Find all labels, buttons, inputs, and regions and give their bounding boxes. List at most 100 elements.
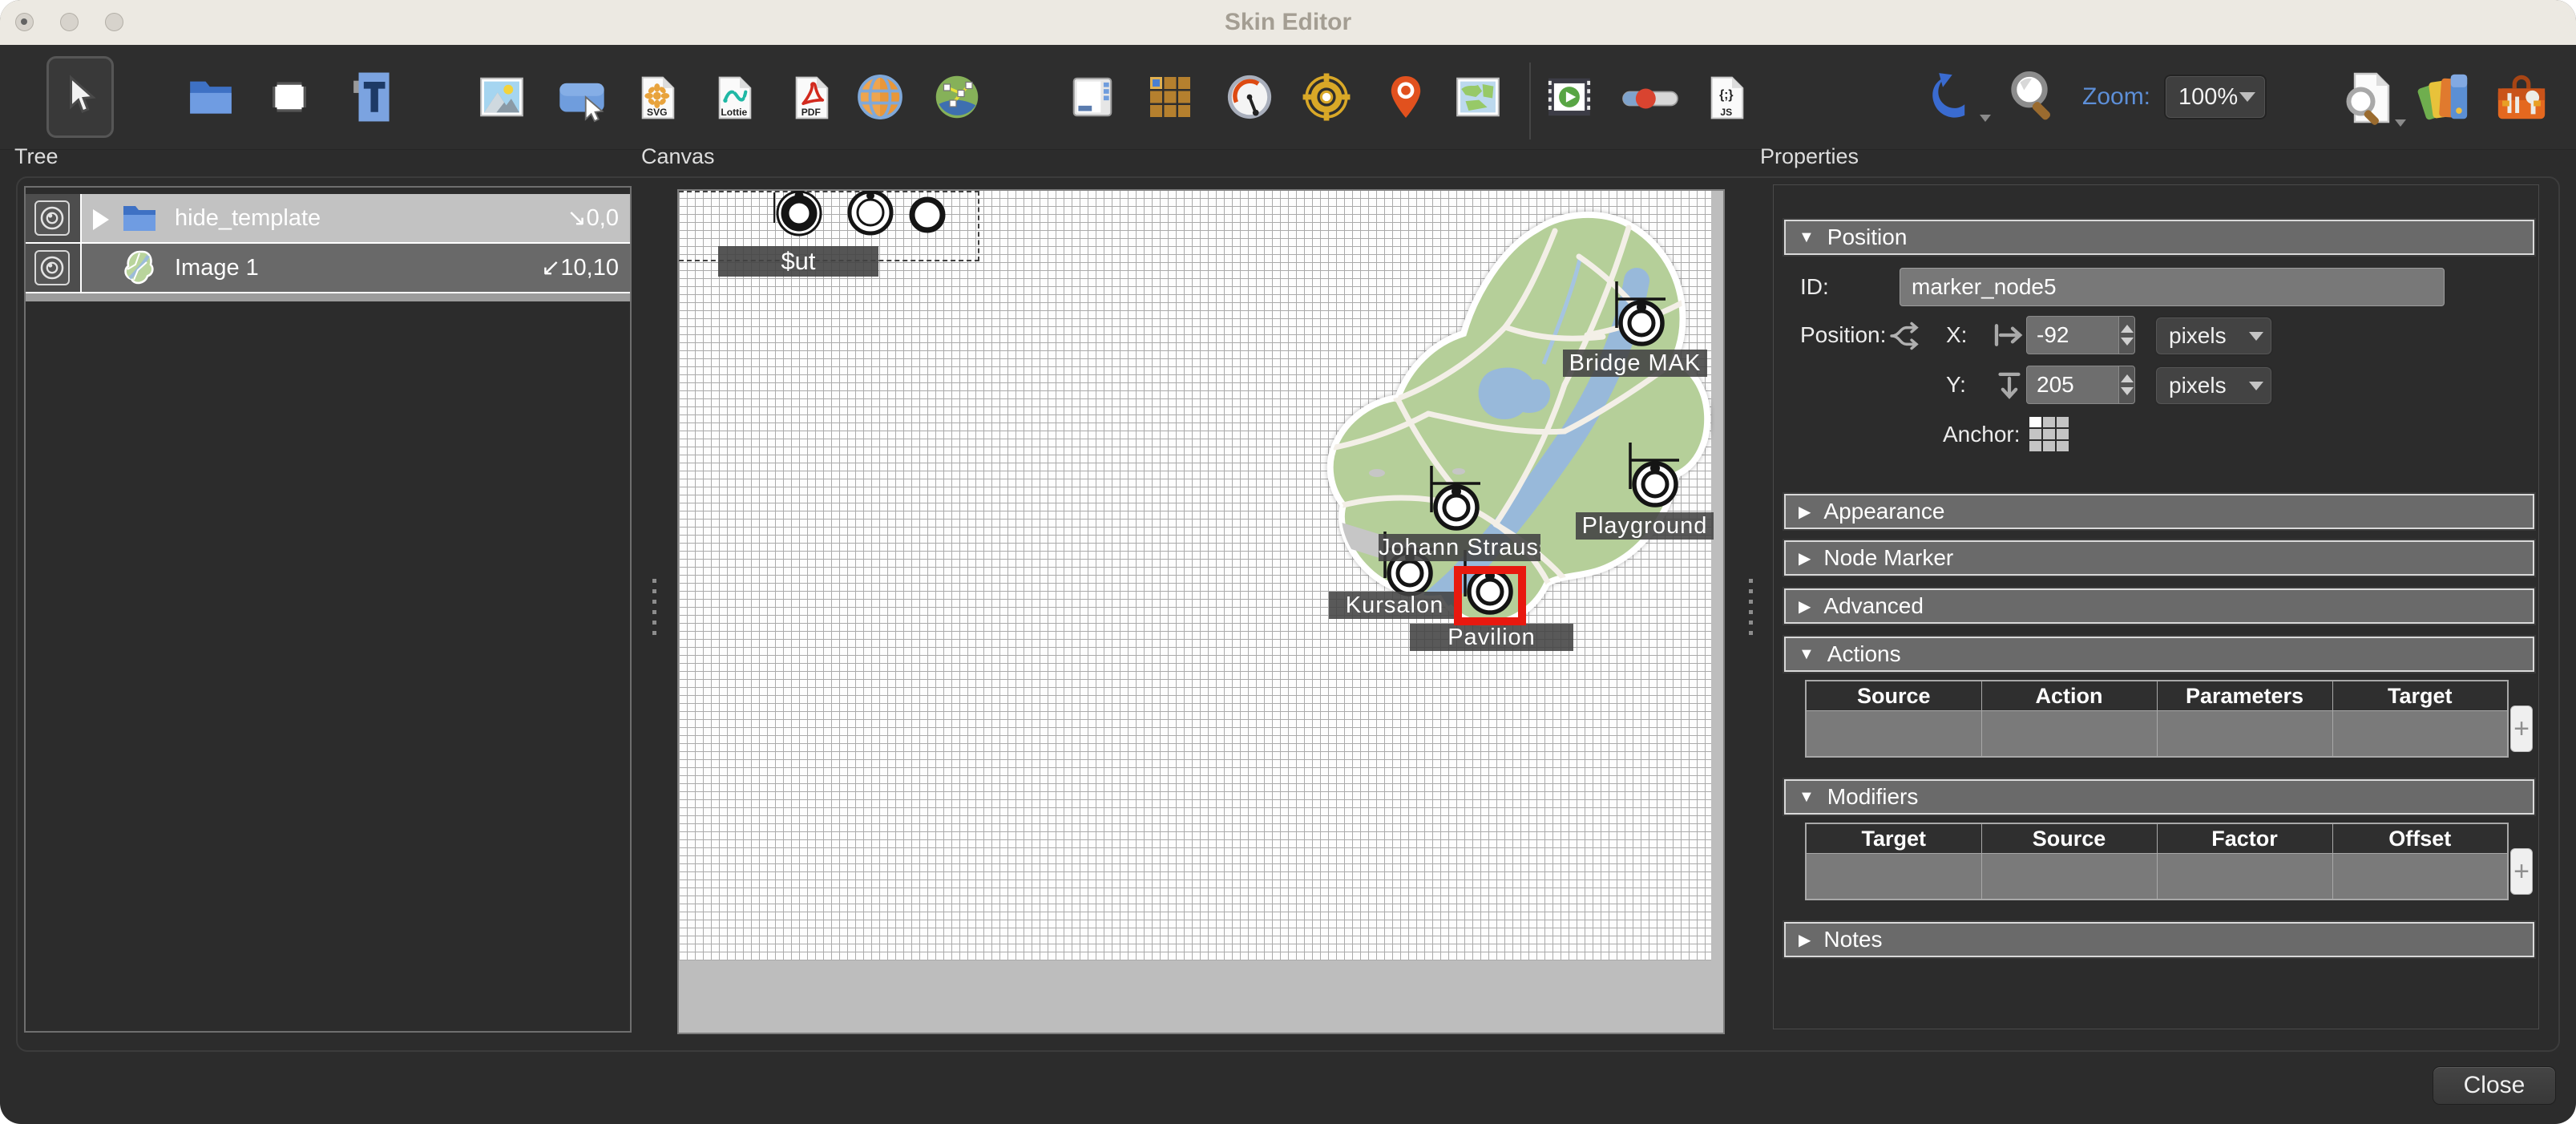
add-panorama-icon[interactable] xyxy=(856,71,904,123)
tree-item-coords: ↙10,10 xyxy=(541,244,619,292)
anchor-cell[interactable] xyxy=(2043,441,2055,451)
add-image-icon[interactable] xyxy=(476,72,527,122)
modifiers-table-empty-row[interactable] xyxy=(1806,854,2508,900)
add-text-icon[interactable] xyxy=(349,71,394,123)
anchor-cell-top-left[interactable] xyxy=(2029,417,2041,427)
column-header[interactable]: Source xyxy=(1806,681,1981,711)
y-unit-select[interactable]: pixels xyxy=(2154,366,2273,406)
tree-row-image-1[interactable]: Image 1 ↙10,10 xyxy=(26,244,630,293)
marker-label-bridge-mak[interactable]: Bridge MAK xyxy=(1563,350,1707,377)
anchor-selector[interactable] xyxy=(2029,417,2069,451)
add-slider-icon[interactable] xyxy=(1621,85,1680,112)
anchor-cell[interactable] xyxy=(2057,441,2069,451)
add-window-icon[interactable] xyxy=(1068,72,1117,122)
anchor-cell[interactable] xyxy=(2043,417,2055,427)
section-header-notes[interactable]: ▶ Notes xyxy=(1784,922,2534,957)
template-text-label[interactable]: $ut xyxy=(718,246,878,277)
section-collapsed-icon: ▶ xyxy=(1799,502,1811,522)
properties-panel-title: Properties xyxy=(1760,144,1859,169)
template-ring-marker-plain[interactable] xyxy=(902,189,953,241)
template-ring-marker-bold[interactable] xyxy=(773,189,825,239)
marker-label-johann-strauss[interactable]: Johann Strauss xyxy=(1379,534,1540,561)
section-header-modifiers[interactable]: ▼ Modifiers xyxy=(1784,779,2534,815)
select-tool-button[interactable] xyxy=(46,56,114,138)
toolbar: SVG Lottie PDF xyxy=(0,45,2576,150)
template-ring-marker-double[interactable] xyxy=(845,189,896,238)
column-header[interactable]: Factor xyxy=(2157,823,2332,854)
anchor-cell[interactable] xyxy=(2043,429,2055,439)
add-compass-icon[interactable] xyxy=(1302,71,1351,123)
spin-down-icon xyxy=(2121,387,2134,395)
add-pdf-file-icon[interactable]: PDF xyxy=(789,69,835,127)
tree-canvas-splitter[interactable] xyxy=(651,579,657,635)
canvas-properties-splitter[interactable] xyxy=(1747,579,1754,635)
section-header-appearance[interactable]: ▶ Appearance xyxy=(1784,494,2534,529)
undo-icon[interactable] xyxy=(1930,71,1981,123)
tree-panel-title: Tree xyxy=(14,144,59,169)
section-expanded-icon: ▼ xyxy=(1799,645,1815,664)
section-label: Advanced xyxy=(1823,593,1924,619)
actions-table: Source Action Parameters Target xyxy=(1805,680,2509,758)
preview-dropdown-caret[interactable] xyxy=(2395,119,2406,127)
add-button-icon[interactable] xyxy=(556,77,608,123)
section-header-advanced[interactable]: ▶ Advanced xyxy=(1784,588,2534,624)
undo-dropdown-caret[interactable] xyxy=(1980,115,1991,122)
column-header[interactable]: Target xyxy=(2332,681,2508,711)
close-button[interactable]: Close xyxy=(2433,1066,2556,1105)
add-folder-icon[interactable] xyxy=(186,72,236,122)
section-label: Notes xyxy=(1823,927,1882,952)
marker-label-pavilion[interactable]: Pavilion xyxy=(1410,624,1573,651)
add-video-icon[interactable] xyxy=(1544,72,1595,122)
add-map-icon[interactable] xyxy=(1452,72,1504,122)
add-action-button[interactable]: + xyxy=(2510,706,2533,752)
actions-table-header-row: Source Action Parameters Target xyxy=(1806,681,2508,711)
anchor-cell[interactable] xyxy=(2057,429,2069,439)
add-svg-file-icon[interactable]: SVG xyxy=(635,69,681,127)
actions-table-empty-row[interactable] xyxy=(1806,711,2508,758)
zoom-tool-icon[interactable] xyxy=(2007,69,2058,125)
anchor-cell[interactable] xyxy=(2029,429,2041,439)
marker-label-playground[interactable]: Playground xyxy=(1576,512,1714,540)
x-value-spinner xyxy=(2026,316,2135,354)
add-modifier-button[interactable]: + xyxy=(2510,848,2533,895)
marker-label-kursalon[interactable]: Kursalon xyxy=(1329,592,1460,619)
id-label: ID: xyxy=(1800,268,1829,306)
add-pin-marker-icon[interactable] xyxy=(1385,70,1427,124)
add-lottie-file-icon[interactable]: Lottie xyxy=(712,69,758,127)
column-header[interactable]: Source xyxy=(1981,823,2157,854)
color-settings-icon[interactable] xyxy=(2416,70,2472,126)
add-gauge-icon[interactable] xyxy=(1225,71,1274,123)
column-header[interactable]: Offset xyxy=(2332,823,2508,854)
column-header[interactable]: Action xyxy=(1981,681,2157,711)
tree-item-label: Image 1 xyxy=(175,244,259,292)
link-xy-icon[interactable] xyxy=(1890,321,1924,351)
section-collapsed-icon: ▶ xyxy=(1799,548,1811,568)
eye-visibility-toggle[interactable] xyxy=(34,250,70,285)
preview-icon[interactable] xyxy=(2340,69,2398,127)
tree-row-hide-template[interactable]: hide_template ↘0,0 xyxy=(26,194,630,244)
zoom-level-select[interactable]: 100% xyxy=(2164,75,2267,119)
y-value-input[interactable] xyxy=(2027,366,2118,403)
eye-visibility-toggle[interactable] xyxy=(34,200,70,236)
column-header[interactable]: Parameters xyxy=(2157,681,2332,711)
section-header-position[interactable]: ▼ Position xyxy=(1784,220,2534,255)
column-header[interactable]: Target xyxy=(1806,823,1981,854)
disclosure-triangle-icon[interactable] xyxy=(93,209,109,230)
add-tour-node-icon[interactable] xyxy=(933,71,981,123)
toolbox-icon[interactable] xyxy=(2491,70,2552,126)
svg-text:PDF: PDF xyxy=(801,107,821,118)
spin-buttons[interactable] xyxy=(2118,317,2134,354)
x-unit-select[interactable]: pixels xyxy=(2154,316,2273,356)
window-title: Skin Editor xyxy=(0,0,2576,45)
add-javascript-icon[interactable]: {;}JS xyxy=(1704,69,1750,127)
visibility-cell xyxy=(26,244,82,292)
anchor-cell[interactable] xyxy=(2057,417,2069,427)
x-value-input[interactable] xyxy=(2027,317,2118,354)
add-thumbnail-grid-icon[interactable] xyxy=(1146,73,1194,121)
anchor-cell[interactable] xyxy=(2029,441,2041,451)
add-rectangle-icon[interactable] xyxy=(266,74,313,120)
section-header-node-marker[interactable]: ▶ Node Marker xyxy=(1784,540,2534,576)
section-header-actions[interactable]: ▼ Actions xyxy=(1784,637,2534,672)
spin-buttons[interactable] xyxy=(2118,366,2134,403)
id-input[interactable] xyxy=(1900,268,2445,306)
